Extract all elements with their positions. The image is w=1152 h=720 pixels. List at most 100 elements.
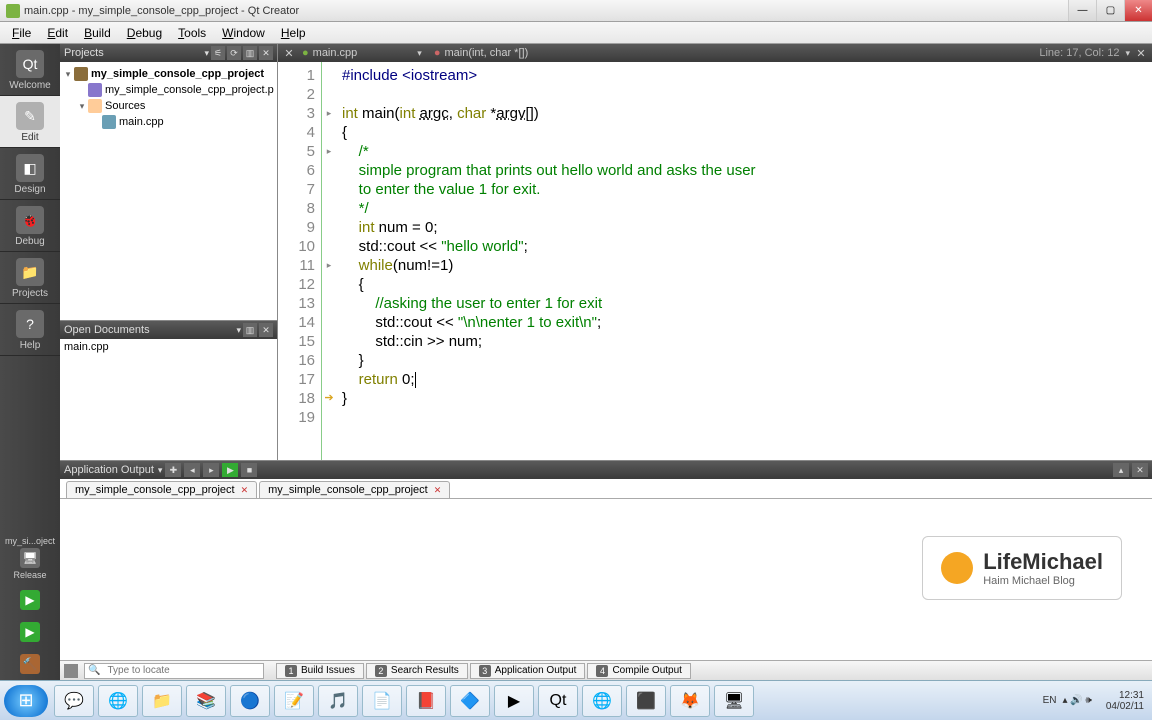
windows-taskbar: ⊞ 💬 🌐 📁 📚 🔵 📝 🎵 📄 📕 🔷 ▶ Qt 🌐 ⬛ 🦊 🖥 EN ▴ … xyxy=(0,680,1152,720)
watermark: LifeMichaelHaim Michael Blog xyxy=(922,536,1122,600)
sync-icon[interactable]: ⟳ xyxy=(227,46,241,60)
debug-run-button[interactable]: ▶ xyxy=(20,622,40,642)
projects-pane: Projects ▾ ⚟ ⟳ ▥ ✕ ▾my_simple_console_cp… xyxy=(60,44,278,460)
minimize-output-icon[interactable]: ▴ xyxy=(1113,463,1129,477)
projects-header-label: Projects xyxy=(64,47,204,59)
mode-welcome[interactable]: QtWelcome xyxy=(0,44,60,96)
status-tab[interactable]: 4Compile Output xyxy=(587,663,690,679)
mode-projects[interactable]: 📁Projects xyxy=(0,252,60,304)
mode-sidebar: QtWelcome ✎Edit ◧Design 🐞Debug 📁Projects… xyxy=(0,44,60,680)
close-editor-icon[interactable]: ✕ xyxy=(1134,47,1148,60)
app-icon xyxy=(6,4,20,18)
open-documents-pane: Open Documents ▾ ▥ ✕ main.cpp xyxy=(60,320,277,460)
taskbar-app[interactable]: 🌐 xyxy=(582,685,622,717)
help-icon: ? xyxy=(16,310,44,338)
mode-design[interactable]: ◧Design xyxy=(0,148,60,200)
taskbar-app[interactable]: 🖥 xyxy=(714,685,754,717)
opendocs-list: main.cpp xyxy=(60,339,277,460)
mode-help[interactable]: ?Help xyxy=(0,304,60,356)
tray-icons[interactable]: ▴ 🔊 🕪 xyxy=(1062,695,1091,706)
opendocs-header-label: Open Documents xyxy=(64,324,236,336)
menu-file[interactable]: File xyxy=(4,26,39,40)
status-tab[interactable]: 2Search Results xyxy=(366,663,468,679)
clock[interactable]: 12:31 04/02/11 xyxy=(1106,690,1144,712)
window-titlebar: main.cpp - my_simple_console_cpp_project… xyxy=(0,0,1152,22)
taskbar-app[interactable]: Qt xyxy=(538,685,578,717)
close-button[interactable]: ✕ xyxy=(1124,0,1152,21)
output-tab-2[interactable]: my_simple_console_cpp_project✕ xyxy=(259,481,450,498)
close-pane-icon[interactable]: ✕ xyxy=(259,323,273,337)
taskbar-app[interactable]: 📁 xyxy=(142,685,182,717)
code-content[interactable]: #include <iostream>int main(int argc, ch… xyxy=(336,62,1152,460)
projects-header: Projects ▾ ⚟ ⟳ ▥ ✕ xyxy=(60,44,277,62)
menu-build[interactable]: Build xyxy=(76,26,119,40)
close-icon[interactable]: ✕ xyxy=(434,485,442,496)
toggle-sidebar-icon[interactable] xyxy=(64,664,78,678)
close-icon[interactable]: ✕ xyxy=(241,485,249,496)
menu-edit[interactable]: Edit xyxy=(39,26,76,40)
folder-icon: 📁 xyxy=(16,258,44,286)
taskbar-app[interactable]: 🌐 xyxy=(98,685,138,717)
taskbar-app[interactable]: ⬛ xyxy=(626,685,666,717)
tree-item[interactable]: ▾my_simple_console_cpp_project xyxy=(62,66,275,82)
start-button[interactable]: ⊞ xyxy=(4,685,48,717)
filter-icon[interactable]: ⚟ xyxy=(211,46,225,60)
output-tab-1[interactable]: my_simple_console_cpp_project✕ xyxy=(66,481,257,498)
line-gutter: 12345678910111213141516171819 xyxy=(278,62,322,460)
close-output-icon[interactable]: ✕ xyxy=(1132,463,1148,477)
cpp-icon: ● xyxy=(302,47,309,59)
taskbar-app[interactable]: 📝 xyxy=(274,685,314,717)
run-button[interactable]: ▶ xyxy=(20,590,40,610)
taskbar-app[interactable]: 🔷 xyxy=(450,685,490,717)
fold-marks: ▸▸▸➔ xyxy=(322,62,336,460)
stop-icon[interactable]: ■ xyxy=(241,463,257,477)
design-icon: ◧ xyxy=(16,154,44,182)
mode-debug[interactable]: 🐞Debug xyxy=(0,200,60,252)
target-label: my_si...oject xyxy=(5,536,55,546)
menu-debug[interactable]: Debug xyxy=(119,26,170,40)
search-icon: 🔍 xyxy=(85,665,103,676)
target-selector[interactable]: my_si...oject 🖥 Release xyxy=(0,532,60,584)
tree-item[interactable]: main.cpp xyxy=(62,114,275,130)
build-button[interactable]: 🔨 xyxy=(20,654,40,674)
nav-back-icon[interactable]: ✕ xyxy=(282,47,296,60)
locator[interactable]: 🔍 xyxy=(84,663,264,679)
status-tab[interactable]: 3Application Output xyxy=(470,663,586,679)
monitor-icon: 🖥 xyxy=(20,548,40,568)
split-icon[interactable]: ▥ xyxy=(243,46,257,60)
prev-icon[interactable]: ◂ xyxy=(184,463,200,477)
taskbar-app[interactable]: 💬 xyxy=(54,685,94,717)
locator-input[interactable] xyxy=(103,665,263,676)
tree-item[interactable]: ▾Sources xyxy=(62,98,275,114)
next-icon[interactable]: ▸ xyxy=(203,463,219,477)
status-tabs: 1Build Issues2Search Results3Application… xyxy=(276,663,693,679)
taskbar-app[interactable]: 📄 xyxy=(362,685,402,717)
taskbar-app[interactable]: 📚 xyxy=(186,685,226,717)
system-tray[interactable]: EN ▴ 🔊 🕪 12:31 04/02/11 xyxy=(1043,690,1152,712)
project-tree[interactable]: ▾my_simple_console_cpp_projectmy_simple_… xyxy=(60,62,277,320)
dropdown-icon[interactable]: ▾ xyxy=(1125,48,1130,59)
window-title: main.cpp - my_simple_console_cpp_project… xyxy=(24,5,1068,17)
menu-window[interactable]: Window xyxy=(214,26,273,40)
opendoc-item[interactable]: main.cpp xyxy=(64,341,273,353)
taskbar-app[interactable]: 📕 xyxy=(406,685,446,717)
close-pane-icon[interactable]: ✕ xyxy=(259,46,273,60)
file-selector[interactable]: ● main.cpp ▾ xyxy=(296,47,428,59)
taskbar-app[interactable]: 🔵 xyxy=(230,685,270,717)
taskbar-app[interactable]: 🎵 xyxy=(318,685,358,717)
menu-help[interactable]: Help xyxy=(273,26,314,40)
minimize-button[interactable]: — xyxy=(1068,0,1096,21)
status-tab[interactable]: 1Build Issues xyxy=(276,663,364,679)
mode-edit[interactable]: ✎Edit xyxy=(0,96,60,148)
code-editor[interactable]: 12345678910111213141516171819 ▸▸▸➔ #incl… xyxy=(278,62,1152,460)
lang-indicator[interactable]: EN xyxy=(1043,695,1057,706)
clear-icon[interactable]: ✚ xyxy=(165,463,181,477)
tree-item[interactable]: my_simple_console_cpp_project.p xyxy=(62,82,275,98)
split-icon[interactable]: ▥ xyxy=(243,323,257,337)
maximize-button[interactable]: ▢ xyxy=(1096,0,1124,21)
menu-tools[interactable]: Tools xyxy=(170,26,214,40)
symbol-selector[interactable]: ● main(int, char *[]) xyxy=(428,47,534,59)
taskbar-app[interactable]: 🦊 xyxy=(670,685,710,717)
taskbar-app[interactable]: ▶ xyxy=(494,685,534,717)
rerun-icon[interactable]: ▶ xyxy=(222,463,238,477)
